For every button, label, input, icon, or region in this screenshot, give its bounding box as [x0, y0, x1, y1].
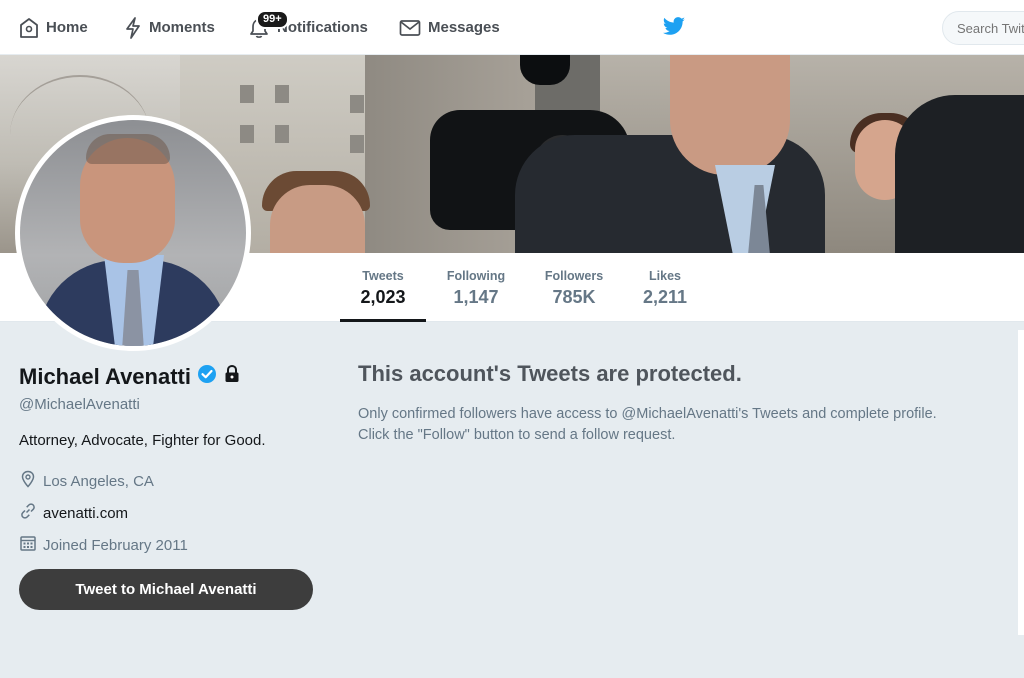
- nav-messages[interactable]: Messages: [399, 0, 500, 55]
- twitter-bird-icon[interactable]: [662, 17, 686, 42]
- profile-name: Michael Avenatti: [19, 364, 241, 390]
- verified-icon: [197, 364, 217, 390]
- search-input[interactable]: [942, 11, 1024, 45]
- protected-line-2: Click the "Follow" button to send a foll…: [358, 427, 676, 443]
- stat-following[interactable]: Following 1,147: [436, 253, 516, 322]
- nav-moments[interactable]: Moments: [124, 0, 215, 55]
- tweet-to-button[interactable]: Tweet to Michael Avenatti: [19, 569, 313, 610]
- nav-notifications-label: Notifications: [277, 19, 368, 36]
- top-navigation: Home Moments Notifications 99+ Messages: [0, 0, 1024, 55]
- right-panel-edge: [1018, 330, 1024, 635]
- protected-message: Only confirmed followers have access to …: [358, 404, 998, 446]
- nav-messages-label: Messages: [428, 19, 500, 36]
- nav-moments-label: Moments: [149, 19, 215, 36]
- lock-icon: [223, 364, 241, 390]
- protected-title: This account's Tweets are protected.: [358, 361, 742, 386]
- stat-label: Tweets: [362, 269, 404, 283]
- profile-handle[interactable]: @MichaelAvenatti: [19, 396, 140, 413]
- profile-avatar[interactable]: [15, 115, 251, 351]
- stat-followers[interactable]: Followers 785K: [533, 253, 615, 322]
- moments-icon: [124, 16, 142, 39]
- location-text: Los Angeles, CA: [43, 472, 154, 490]
- url-link[interactable]: avenatti.com: [43, 505, 128, 522]
- profile-joined: Joined February 2011: [19, 534, 188, 556]
- link-icon: [19, 502, 37, 524]
- profile-bio: Attorney, Advocate, Fighter for Good.: [19, 432, 266, 449]
- messages-icon: [399, 19, 421, 37]
- stat-tweets[interactable]: Tweets 2,023: [340, 253, 426, 322]
- stat-value: 2,211: [642, 287, 688, 307]
- nav-home[interactable]: Home: [19, 0, 88, 55]
- notifications-badge: 99+: [256, 10, 289, 29]
- stat-label: Followers: [544, 269, 604, 283]
- stat-label: Likes: [649, 269, 681, 283]
- stat-value: 785K: [552, 287, 596, 307]
- protected-line-1: Only confirmed followers have access to …: [358, 406, 937, 422]
- calendar-icon: [19, 534, 37, 556]
- profile-name-text: Michael Avenatti: [19, 364, 191, 389]
- nav-notifications[interactable]: Notifications 99+: [248, 0, 368, 55]
- home-icon: [19, 17, 39, 39]
- stat-value: 2,023: [360, 287, 406, 307]
- profile-url[interactable]: avenatti.com: [19, 502, 128, 524]
- stat-value: 1,147: [453, 287, 499, 307]
- joined-text: Joined February 2011: [43, 536, 188, 554]
- nav-home-label: Home: [46, 19, 88, 36]
- stat-label: Following: [446, 269, 506, 283]
- location-icon: [19, 470, 37, 492]
- profile-location: Los Angeles, CA: [19, 470, 154, 492]
- stat-likes[interactable]: Likes 2,211: [632, 253, 698, 322]
